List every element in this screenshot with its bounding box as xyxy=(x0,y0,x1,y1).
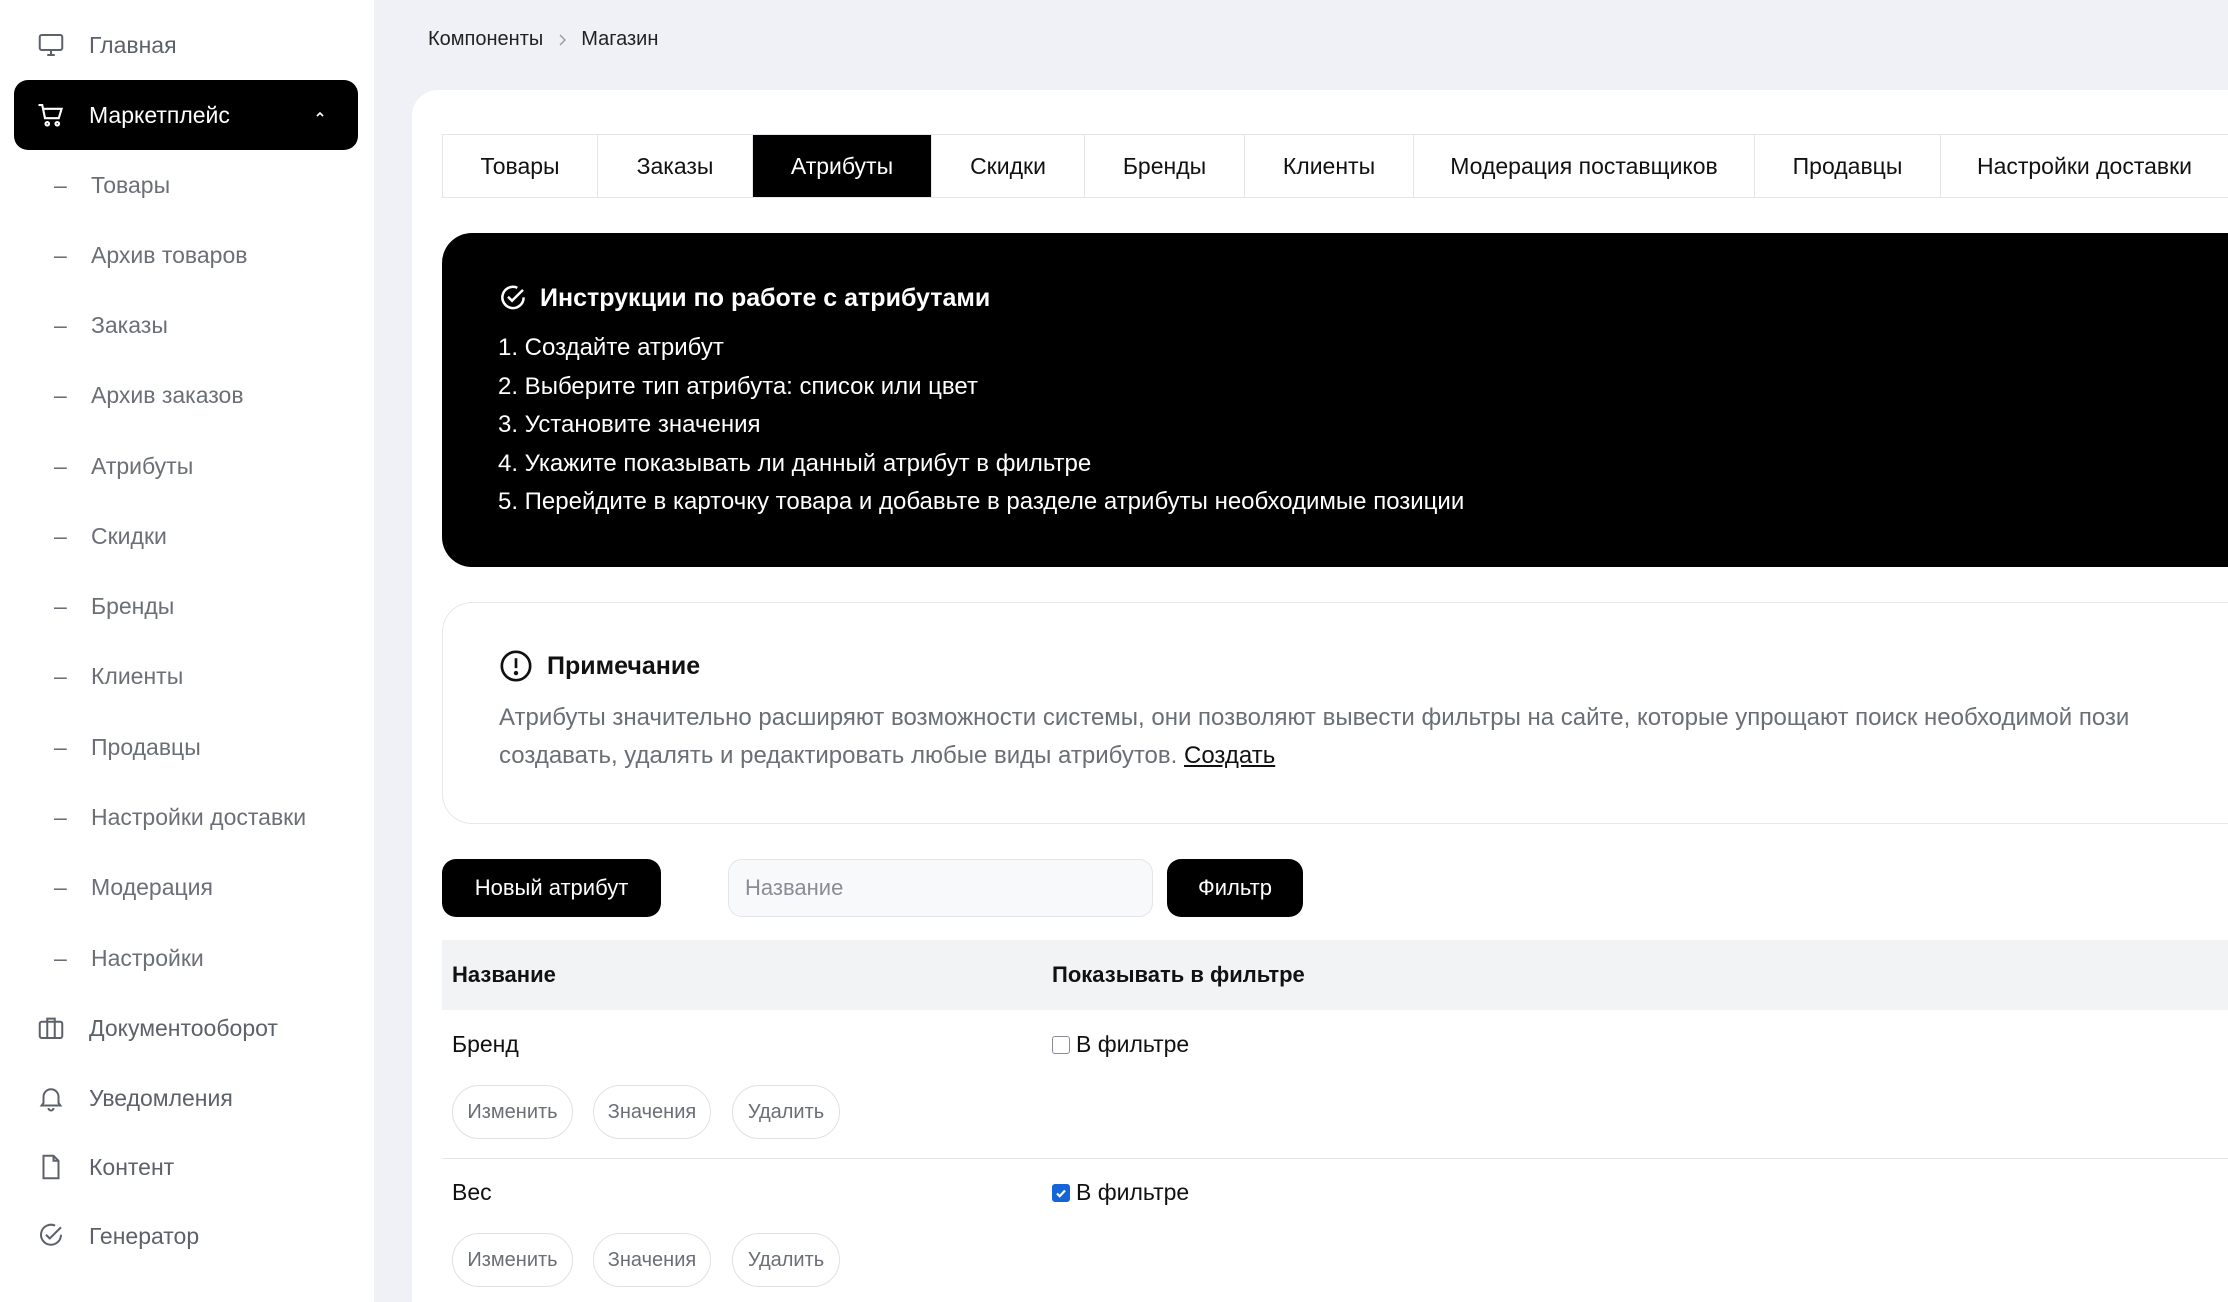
bell-icon xyxy=(36,1083,66,1113)
sidebar-item-notifications[interactable]: Уведомления xyxy=(14,1063,358,1133)
new-attribute-button[interactable]: Новый атрибут xyxy=(442,859,661,917)
breadcrumb-item[interactable]: Магазин xyxy=(581,28,658,51)
instructions-title: Инструкции по работе с атрибутами xyxy=(498,283,990,313)
submenu-item-moderation[interactable]: – Модерация xyxy=(14,862,358,912)
table-header: Название Показывать в фильтре xyxy=(442,940,2228,1010)
submenu-item-clients[interactable]: – Клиенты xyxy=(14,651,358,701)
table-row: Бренд В фильтре Изменить Значения Удалит… xyxy=(442,1010,2228,1158)
chevron-right-icon xyxy=(555,33,569,47)
submenu-item-brands[interactable]: – Бренды xyxy=(14,581,358,631)
sidebar-item-label: Уведомления xyxy=(89,1084,233,1111)
sidebar-item-documents[interactable]: Документооборот xyxy=(14,993,358,1063)
values-button[interactable]: Значения xyxy=(593,1085,711,1139)
attribute-name: Бренд xyxy=(452,1031,519,1057)
search-input[interactable] xyxy=(728,859,1153,917)
tab-brands[interactable]: Бренды xyxy=(1084,135,1244,197)
tab-products[interactable]: Товары xyxy=(442,135,597,197)
delete-button[interactable]: Удалить xyxy=(732,1233,840,1287)
submenu-item-discounts[interactable]: – Скидки xyxy=(14,511,358,561)
check-circle-icon xyxy=(36,1221,66,1251)
sidebar-item-label: Документооборот xyxy=(89,1014,278,1041)
note-panel: Примечание Атрибуты значительно расширяю… xyxy=(442,602,2228,824)
check-circle-icon xyxy=(498,283,528,313)
submenu-item-products[interactable]: – Товары xyxy=(14,160,358,210)
checkbox-unchecked[interactable] xyxy=(1052,1035,1070,1054)
sidebar-item-content[interactable]: Контент xyxy=(14,1132,358,1202)
submenu-item-settings[interactable]: – Настройки xyxy=(14,933,358,983)
column-header-name: Название xyxy=(452,962,556,987)
tab-sellers[interactable]: Продавцы xyxy=(1754,135,1940,197)
breadcrumb-item[interactable]: Компоненты xyxy=(428,28,543,51)
instructions-list: 1. Создайте атрибут 2. Выберите тип атри… xyxy=(498,329,1464,522)
show-in-filter-checkbox[interactable]: В фильтре xyxy=(1052,1031,1189,1058)
instruction-step: 3. Установите значения xyxy=(498,411,761,438)
tab-attributes[interactable]: Атрибуты xyxy=(752,135,931,197)
breadcrumb: Компоненты Магазин xyxy=(428,28,658,51)
cart-icon xyxy=(36,100,66,130)
sidebar-item-label: Генератор xyxy=(89,1222,200,1249)
table-row: Вес В фильтре Изменить Значения Удалить xyxy=(442,1159,2228,1302)
note-title: Примечание xyxy=(499,649,700,683)
tab-discounts[interactable]: Скидки xyxy=(931,135,1084,197)
sidebar-item-generator[interactable]: Генератор xyxy=(14,1201,358,1271)
file-icon xyxy=(36,1152,66,1182)
submenu-item-orders[interactable]: – Заказы xyxy=(14,300,358,350)
sidebar-item-marketplace[interactable]: Маркетплейс xyxy=(14,80,358,150)
instruction-step: 1. Создайте атрибут xyxy=(498,334,724,361)
tab-delivery-settings[interactable]: Настройки доставки xyxy=(1940,135,2228,197)
create-link[interactable]: Создать xyxy=(1184,742,1275,769)
column-header-filter: Показывать в фильтре xyxy=(1052,962,1305,987)
sidebar: Главная Маркетплейс – Товары – Архив товар… xyxy=(0,0,374,1302)
tab-bar: Товары Заказы Атрибуты Скидки Бренды Кли… xyxy=(442,134,2228,198)
sidebar-item-label: Контент xyxy=(89,1153,175,1180)
submenu-item-delivery-settings[interactable]: – Настройки доставки xyxy=(14,792,358,842)
attribute-name: Вес xyxy=(452,1179,492,1205)
monitor-icon xyxy=(36,30,66,60)
chevron-up-icon[interactable] xyxy=(312,106,328,122)
delete-button[interactable]: Удалить xyxy=(732,1085,840,1139)
instruction-step: 4. Укажите показывать ли данный атрибут … xyxy=(498,449,1092,477)
sidebar-item-label: Главная xyxy=(89,31,177,58)
instructions-panel: Инструкции по работе с атрибутами 1. Соз… xyxy=(442,233,2228,567)
exclamation-circle-icon xyxy=(499,649,533,683)
filter-button[interactable]: Фильтр xyxy=(1167,859,1303,917)
sidebar-item-home[interactable]: Главная xyxy=(14,10,358,80)
sidebar-item-label: Маркетплейс xyxy=(89,101,230,128)
values-button[interactable]: Значения xyxy=(593,1233,711,1287)
tab-orders[interactable]: Заказы xyxy=(597,135,752,197)
tab-supplier-moderation[interactable]: Модерация поставщиков xyxy=(1413,135,1754,197)
briefcase-icon xyxy=(36,1013,66,1043)
tab-clients[interactable]: Клиенты xyxy=(1244,135,1413,197)
instruction-step: 5. Перейдите в карточку товара и добавьт… xyxy=(498,488,1465,515)
edit-button[interactable]: Изменить xyxy=(452,1085,573,1139)
submenu-item-orders-archive[interactable]: – Архив заказов xyxy=(14,370,358,420)
instruction-step: 2. Выберите тип атрибута: список или цве… xyxy=(498,372,978,400)
show-in-filter-checkbox[interactable]: В фильтре xyxy=(1052,1179,1189,1206)
note-text: Атрибуты значительно расширяют возможнос… xyxy=(499,704,2130,769)
edit-button[interactable]: Изменить xyxy=(452,1233,573,1287)
submenu-item-sellers[interactable]: – Продавцы xyxy=(14,722,358,772)
checkbox-checked[interactable] xyxy=(1052,1183,1070,1202)
submenu-item-products-archive[interactable]: – Архив товаров xyxy=(14,230,358,280)
submenu-item-attributes[interactable]: – Атрибуты xyxy=(14,441,358,491)
